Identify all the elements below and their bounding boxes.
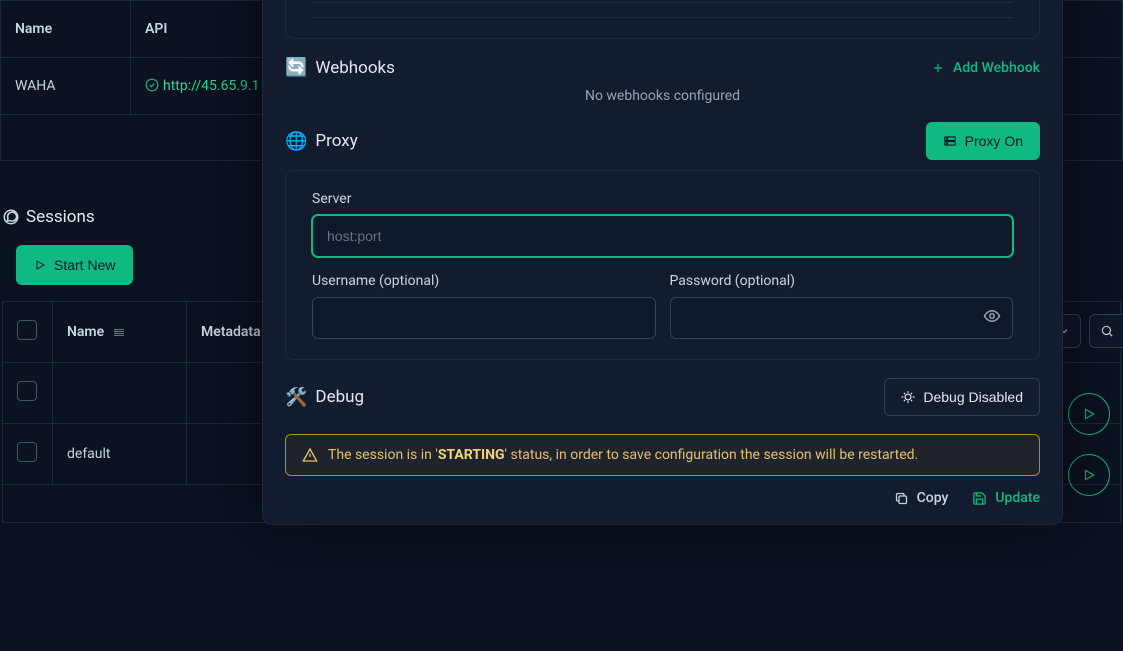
session-config-modal: 🔄 Webhooks Add Webhook No webhooks confi… <box>262 0 1063 525</box>
eye-icon <box>983 307 1001 325</box>
warning-status: STARTING <box>438 447 505 463</box>
whatsapp-icon <box>2 208 20 226</box>
update-button[interactable]: Update <box>972 490 1040 506</box>
warning-icon <box>302 447 318 463</box>
play-icon <box>34 259 46 271</box>
copy-button[interactable]: Copy <box>894 490 949 506</box>
play-icon <box>1082 468 1096 482</box>
row-checkbox[interactable] <box>17 442 37 462</box>
session-name: default <box>53 424 187 485</box>
warning-banner: The session is in 'STARTING' status, in … <box>285 434 1040 476</box>
debug-heading: 🛠️ Debug <box>285 387 364 408</box>
start-new-button[interactable]: Start New <box>16 245 133 285</box>
proxy-username-input[interactable] <box>312 297 656 339</box>
server-api-link[interactable]: http://45.65.9.1 <box>145 78 259 94</box>
webhooks-empty-text: No webhooks configured <box>285 88 1040 104</box>
proxy-form: Server Username (optional) Password (opt… <box>285 170 1040 360</box>
server-label: Server <box>312 191 1013 207</box>
bug-icon <box>901 390 915 404</box>
save-icon <box>972 491 987 506</box>
check-circle-icon <box>145 78 159 92</box>
copy-icon <box>894 491 909 506</box>
session-name <box>53 363 187 424</box>
col-name: Name <box>1 1 131 58</box>
password-label: Password (optional) <box>670 273 1014 289</box>
plus-icon <box>931 61 945 75</box>
proxy-password-input[interactable] <box>670 297 1014 339</box>
search-button[interactable] <box>1089 314 1123 348</box>
search-icon <box>1100 324 1114 338</box>
proxy-toggle-button[interactable]: Proxy On <box>926 122 1040 160</box>
proxy-heading: 🌐 Proxy <box>285 131 358 152</box>
tools-icon: 🛠️ <box>285 387 307 408</box>
add-webhook-button[interactable]: Add Webhook <box>931 60 1040 76</box>
sort-icon: ↑ <box>114 329 124 336</box>
username-label: Username (optional) <box>312 273 656 289</box>
webhooks-heading: 🔄 Webhooks <box>285 57 395 78</box>
select-all-checkbox[interactable] <box>17 320 37 340</box>
sessions-col-name[interactable]: Name ↑ <box>53 302 187 363</box>
server-icon <box>943 134 957 148</box>
top-config-box <box>285 0 1040 39</box>
proxy-server-input[interactable] <box>312 215 1013 257</box>
server-name: WAHA <box>1 58 131 115</box>
debug-toggle-button[interactable]: Debug Disabled <box>884 378 1040 416</box>
row-play-button[interactable] <box>1068 454 1110 496</box>
row-checkbox[interactable] <box>17 381 37 401</box>
divider <box>312 17 1013 18</box>
webhooks-icon: 🔄 <box>285 57 307 78</box>
toggle-password-visibility[interactable] <box>983 307 1001 329</box>
globe-icon: 🌐 <box>285 131 307 152</box>
play-icon <box>1082 407 1096 421</box>
divider <box>312 2 1013 3</box>
